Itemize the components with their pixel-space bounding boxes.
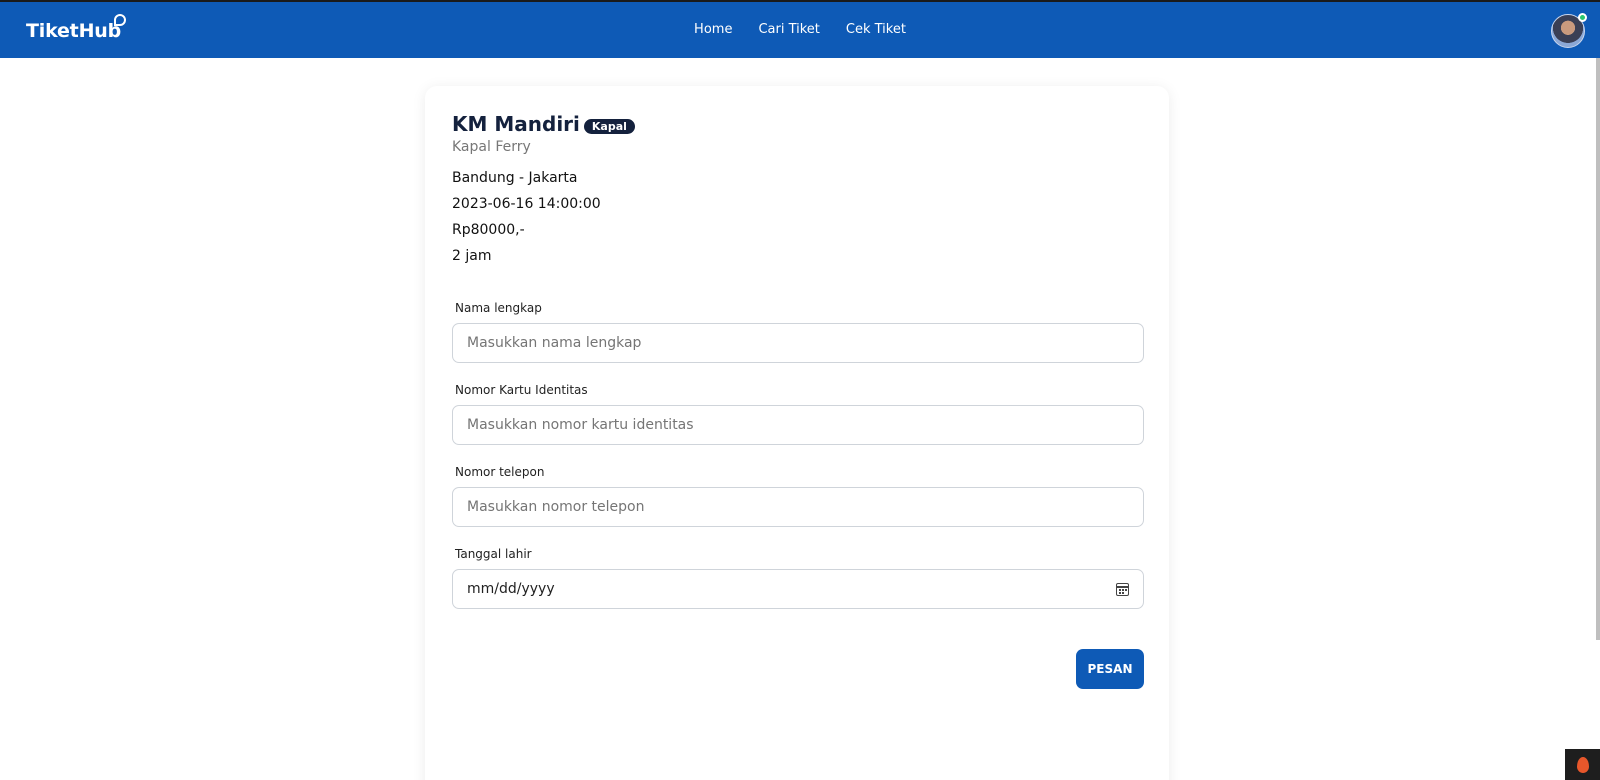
flame-icon [1576, 756, 1589, 773]
id-number-input[interactable] [452, 405, 1144, 445]
calendar-icon[interactable] [1116, 583, 1129, 596]
ticket-price: Rp80000,- [452, 222, 525, 238]
ticket-datetime: 2023-06-16 14:00:00 [452, 196, 601, 212]
name-label: Nama lengkap [455, 301, 542, 315]
transport-badge: Kapal [583, 118, 635, 134]
id-number-label: Nomor Kartu Identitas [455, 383, 588, 397]
ticket-name: KM Mandiri [452, 112, 580, 136]
booking-card: KM Mandiri Kapal Kapal Ferry Bandung - J… [425, 86, 1169, 780]
scrollbar[interactable] [1596, 58, 1600, 640]
nav-cek-tiket-link[interactable]: Cek Tiket [833, 22, 919, 37]
ticket-title-row: KM Mandiri Kapal [452, 112, 635, 136]
debug-toolbar-widget[interactable] [1565, 749, 1600, 780]
birth-date-label: Tanggal lahir [455, 547, 532, 561]
birth-date-placeholder: mm/dd/yyyy [467, 581, 555, 597]
birth-date-input[interactable]: mm/dd/yyyy [452, 569, 1144, 609]
nav-links: Home Cari Tiket Cek Tiket [0, 22, 1600, 37]
nav-home-link[interactable]: Home [681, 22, 745, 37]
ticket-duration: 2 jam [452, 248, 492, 264]
phone-input[interactable] [452, 487, 1144, 527]
online-status-icon [1578, 13, 1587, 22]
name-input[interactable] [452, 323, 1144, 363]
ticket-route: Bandung - Jakarta [452, 170, 578, 186]
nav-cari-tiket-link[interactable]: Cari Tiket [745, 22, 832, 37]
ticket-type: Kapal Ferry [452, 139, 531, 155]
pesan-button[interactable]: PESAN [1076, 649, 1144, 689]
phone-label: Nomor telepon [455, 465, 545, 479]
navbar: TiketHub Home Cari Tiket Cek Tiket [0, 0, 1600, 58]
